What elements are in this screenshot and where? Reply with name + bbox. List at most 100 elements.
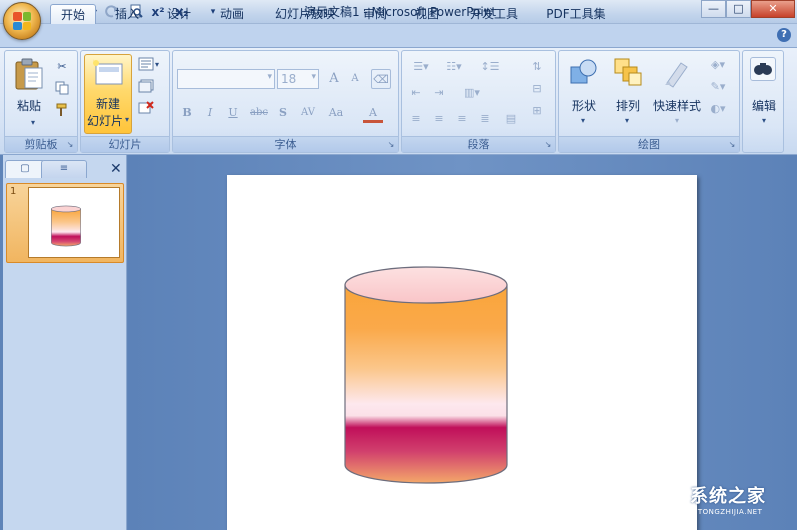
tab-slides[interactable]: ▢	[5, 160, 45, 178]
tab-slide-show[interactable]: 幻灯片放映	[266, 4, 344, 24]
quick-styles-dropdown-icon[interactable]: ▾	[673, 113, 681, 129]
tab-pdf-tools[interactable]: PDF工具集	[538, 4, 614, 24]
slide-thumbnail[interactable]	[28, 187, 120, 258]
align-text-icon[interactable]: ⊟	[526, 81, 548, 97]
font-group-label: 字体	[173, 136, 398, 152]
increase-indent-icon[interactable]: ⇥	[430, 85, 448, 101]
editing-dropdown-icon[interactable]: ▾	[760, 113, 768, 129]
clipboard-group: 粘贴 ▾ ✂ 剪贴板 ↘	[4, 50, 78, 153]
close-button[interactable]: ✕	[751, 0, 795, 18]
font-size-input[interactable]: 18 ▾	[277, 69, 319, 89]
shape-fill-icon[interactable]: ◈▾	[705, 57, 731, 73]
watermark-subtext: XITONGZHIJIA.NET	[690, 508, 763, 516]
slide-number: 1	[10, 186, 17, 197]
shapes-dropdown-icon[interactable]: ▾	[579, 113, 587, 129]
paste-icon[interactable]	[13, 57, 45, 91]
editing-button[interactable]: 编辑	[745, 97, 783, 114]
distribute-icon[interactable]: ▤	[502, 111, 520, 127]
ribbon: 粘贴 ▾ ✂ 剪贴板 ↘ 新建 幻灯片 ▾ ▾ 幻灯片 ▾ 18 ▾ A A ⌫…	[0, 47, 797, 155]
justify-icon[interactable]: ≣	[476, 111, 494, 127]
new-slide-dropdown-icon[interactable]: ▾	[123, 112, 131, 128]
align-center-icon[interactable]: ≡	[430, 111, 448, 127]
cylinder-shape[interactable]	[343, 265, 509, 487]
decrease-indent-icon[interactable]: ⇤	[407, 85, 425, 101]
shape-outline-icon[interactable]: ✎▾	[705, 79, 731, 95]
delete-slide-icon[interactable]	[137, 101, 155, 117]
help-icon[interactable]: ?	[777, 28, 791, 42]
underline-button[interactable]: U	[223, 103, 243, 123]
new-slide-label-2: 幻灯片	[86, 114, 123, 128]
watermark-text: 系统之家	[690, 486, 766, 507]
columns-icon[interactable]: ▥▾	[457, 85, 487, 101]
clipboard-launcher-icon[interactable]: ↘	[65, 140, 75, 150]
drawing-group: 形状 ▾ 排列 ▾ 快速样式 ▾ ◈▾ ✎▾ ◐▾ 绘图 ↘	[558, 50, 740, 153]
font-size-value: 18	[281, 72, 297, 86]
tab-outline[interactable]: ≡	[41, 160, 87, 178]
slides-group: 新建 幻灯片 ▾ ▾ 幻灯片	[80, 50, 170, 153]
slide-canvas[interactable]	[227, 175, 697, 530]
shapes-icon[interactable]	[569, 57, 599, 89]
quick-styles-icon[interactable]	[661, 57, 691, 89]
paragraph-group: ☰▾ ☷▾ ↕☰ ⇅ ⇤ ⇥ ▥▾ ⊟ ≡ ≡ ≡ ≣ ▤ ⊞ 段落 ↘	[401, 50, 556, 153]
office-logo-icon	[13, 12, 31, 30]
align-right-icon[interactable]: ≡	[453, 111, 471, 127]
bullets-icon[interactable]: ☰▾	[407, 59, 435, 75]
format-painter-icon[interactable]	[53, 103, 71, 119]
font-launcher-icon[interactable]: ↘	[386, 140, 396, 150]
line-spacing-icon[interactable]: ↕☰	[476, 59, 504, 75]
paste-button[interactable]: 粘贴	[11, 97, 47, 114]
italic-button[interactable]: I	[200, 103, 220, 123]
grow-font-button[interactable]: A	[324, 69, 344, 89]
tab-design[interactable]: 设计	[158, 4, 200, 24]
shrink-font-button[interactable]: A	[345, 69, 365, 89]
drawing-group-label: 绘图	[559, 136, 739, 152]
new-slide-icon	[91, 58, 125, 86]
shapes-button[interactable]: 形状	[565, 97, 603, 114]
text-shadow-button[interactable]: S	[273, 103, 293, 123]
tab-insert[interactable]: 插入	[106, 4, 148, 24]
character-spacing-button[interactable]: AV	[295, 103, 321, 123]
slide-thumbnail-selected[interactable]: 1	[6, 183, 124, 263]
slides-panel: ▢ ≡ ✕ 1	[3, 155, 127, 530]
ribbon-tabs-bar	[0, 24, 797, 48]
editing-group: 编辑 ▾	[742, 50, 784, 153]
arrange-icon[interactable]	[613, 57, 643, 89]
arrange-button[interactable]: 排列	[609, 97, 647, 114]
font-color-button[interactable]: A	[363, 103, 383, 123]
smartart-icon[interactable]: ⊞	[526, 103, 548, 119]
align-left-icon[interactable]: ≡	[407, 111, 425, 127]
change-case-button[interactable]: Aa	[323, 103, 349, 123]
font-size-dropdown-icon[interactable]: ▾	[311, 72, 316, 82]
font-name-dropdown-icon[interactable]: ▾	[267, 72, 272, 82]
slides-group-label: 幻灯片	[81, 136, 169, 152]
layout-dropdown-icon[interactable]: ▾	[153, 57, 161, 73]
quick-styles-button[interactable]: 快速样式	[647, 97, 707, 114]
find-icon[interactable]	[750, 57, 776, 81]
office-button[interactable]	[3, 2, 41, 40]
tab-home[interactable]: 开始	[50, 4, 96, 24]
cut-icon[interactable]: ✂	[53, 59, 71, 75]
paragraph-launcher-icon[interactable]: ↘	[543, 140, 553, 150]
tab-view[interactable]: 视图	[406, 4, 448, 24]
arrange-dropdown-icon[interactable]: ▾	[623, 113, 631, 129]
watermark-icon	[652, 486, 687, 511]
tab-review[interactable]: 审阅	[354, 4, 396, 24]
text-direction-icon[interactable]: ⇅	[526, 59, 548, 75]
shape-effects-icon[interactable]: ◐▾	[705, 101, 731, 117]
bold-button[interactable]: B	[177, 103, 197, 123]
paragraph-group-label: 段落	[402, 136, 555, 152]
close-panel-icon[interactable]: ✕	[110, 161, 122, 177]
reset-icon[interactable]	[137, 79, 155, 95]
drawing-launcher-icon[interactable]: ↘	[727, 140, 737, 150]
paste-dropdown-icon[interactable]: ▾	[29, 115, 37, 131]
minimize-button[interactable]: —	[701, 0, 726, 18]
restore-button[interactable]: □	[726, 0, 751, 18]
tab-developer[interactable]: 开发工具	[460, 4, 528, 24]
tab-animations[interactable]: 动画	[210, 4, 254, 24]
strikethrough-button[interactable]: abc	[246, 103, 272, 123]
copy-icon[interactable]	[53, 81, 71, 97]
clear-formatting-icon[interactable]: ⌫	[371, 69, 391, 89]
font-name-input[interactable]: ▾	[177, 69, 275, 89]
numbering-icon[interactable]: ☷▾	[440, 59, 468, 75]
thumbnail-cylinder-shape	[51, 205, 81, 247]
